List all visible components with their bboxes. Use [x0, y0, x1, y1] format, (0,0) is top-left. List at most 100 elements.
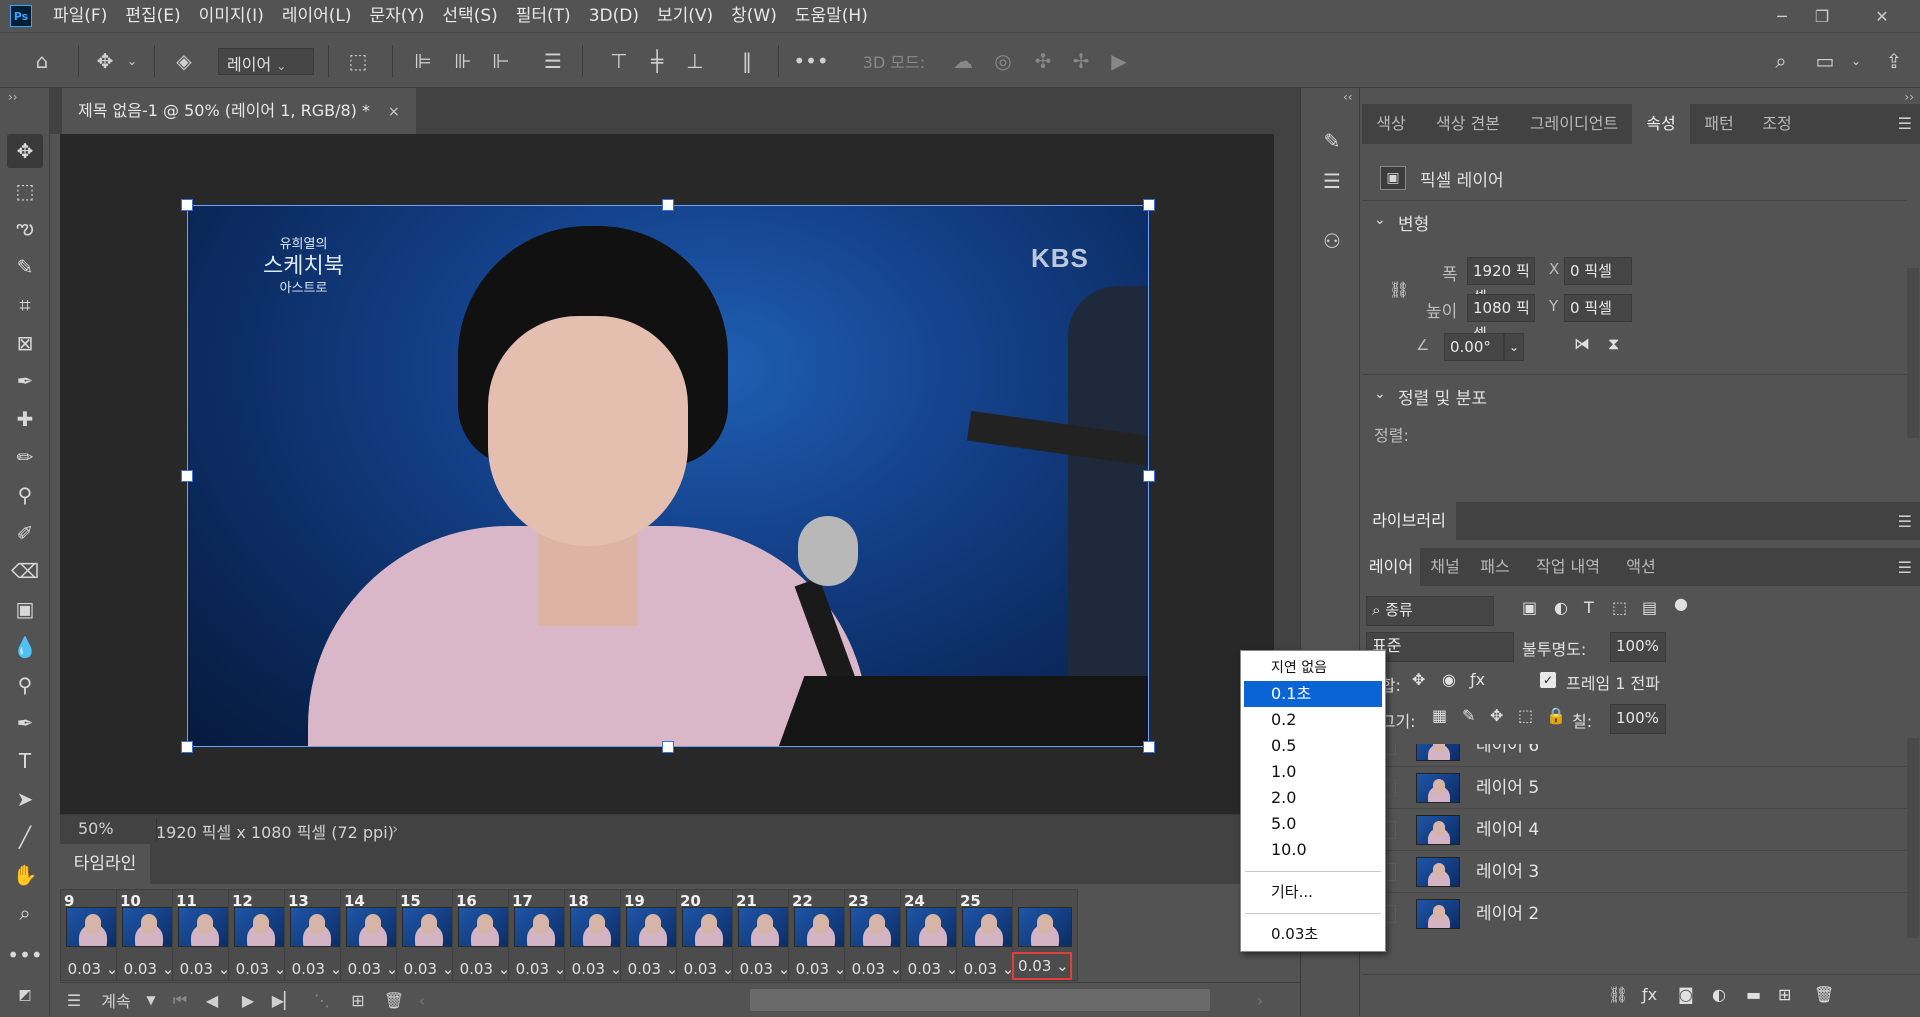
tab-layers[interactable]: 레이어 [1362, 548, 1420, 586]
character-icon[interactable]: ⚇ [1315, 224, 1349, 258]
lock-position-icon[interactable]: ✥ [1490, 706, 1503, 725]
opacity-field[interactable]: 100% [1610, 632, 1666, 662]
document-tab[interactable]: 제목 없음-1 @ 50% (레이어 1, RGB/8) * × [62, 88, 416, 134]
transform-controls-icon[interactable]: ⬚ [340, 33, 376, 89]
unify-position-icon[interactable]: ✥ [1412, 670, 1425, 689]
tab-actions[interactable]: 액션 [1616, 548, 1666, 586]
filter-smart-object-icon[interactable]: ▤ [1642, 598, 1657, 617]
document-info[interactable]: 1920 픽셀 x 1080 픽셀 (72 ppi) [156, 819, 394, 843]
search-icon[interactable]: ⌕ [1766, 33, 1796, 89]
properties-scrollbar[interactable] [1907, 268, 1919, 438]
first-frame-icon[interactable]: ⏮ [168, 983, 192, 1017]
lock-all-icon[interactable]: 🔒 [1546, 706, 1566, 725]
lasso-tool-icon[interactable]: ఌ [7, 212, 43, 246]
next-frame-icon[interactable]: ▶▏ [272, 983, 297, 1017]
menu-select[interactable]: 선택(S) [433, 0, 506, 32]
close-tab-icon[interactable]: × [388, 104, 400, 120]
canvas-area[interactable]: KBS 유희열의 스케치북 아스트로 [60, 134, 1274, 814]
restore-icon[interactable]: ❐ [1802, 0, 1842, 32]
transform-handle-br[interactable] [1143, 741, 1155, 753]
healing-brush-tool-icon[interactable]: ✚ [7, 402, 43, 436]
move-tool-icon[interactable]: ✥ [7, 134, 43, 168]
menu-image[interactable]: 이미지(I) [190, 0, 273, 32]
quick-select-tool-icon[interactable]: ✎ [7, 250, 43, 284]
blur-tool-icon[interactable]: 💧 [7, 630, 43, 664]
dodge-tool-icon[interactable]: ⚲ [7, 668, 43, 702]
delay-option-10.0[interactable]: 10.0 [1241, 837, 1385, 863]
filter-toggle-icon[interactable]: ● [1674, 594, 1688, 613]
filter-shape-icon[interactable]: ⬚ [1612, 598, 1627, 617]
lock-artboard-icon[interactable]: ⬚ [1518, 706, 1533, 725]
distribute-icon[interactable]: ☰ [538, 33, 568, 89]
line-tool-icon[interactable]: ╱ [7, 820, 43, 854]
menu-window[interactable]: 창(W) [722, 0, 786, 32]
unify-visibility-icon[interactable]: ◉ [1442, 670, 1456, 689]
workspace-chevron-icon[interactable]: ⌄ [1848, 33, 1864, 89]
tab-libraries[interactable]: 라이브러리 [1362, 502, 1456, 540]
collapse-icon[interactable]: ›› [8, 90, 18, 104]
layer-row[interactable]: 레이어 2 [1362, 892, 1907, 934]
transform-handle-tr[interactable] [1143, 199, 1155, 211]
menu-help[interactable]: 도움말(H) [786, 0, 877, 32]
tab-timeline[interactable]: 타임라인 [60, 844, 150, 884]
flip-horizontal-icon[interactable]: ⧒ [1574, 334, 1590, 353]
type-tool-icon[interactable]: T [7, 744, 43, 778]
delay-option-none[interactable]: 지연 없음 [1241, 655, 1385, 681]
brush-tool-icon[interactable]: ✏ [7, 440, 43, 474]
home-icon[interactable]: ⌂ [22, 33, 62, 89]
zoom-level[interactable]: 50% [78, 819, 114, 838]
align-top-icon[interactable]: ⊤ [604, 33, 634, 89]
zoom-tool-icon[interactable]: ⌕ [7, 896, 43, 930]
path-select-tool-icon[interactable]: ➤ [7, 782, 43, 816]
align-middle-icon[interactable]: ╪ [642, 33, 672, 89]
new-layer-icon[interactable]: ⊞ [1778, 985, 1791, 1004]
transform-handle-t[interactable] [662, 199, 674, 211]
frame-tool-icon[interactable]: ⊠ [7, 326, 43, 360]
filter-pixel-icon[interactable]: ▣ [1522, 598, 1537, 617]
unify-style-icon[interactable]: ƒx [1470, 670, 1485, 689]
transform-handle-l[interactable] [181, 470, 193, 482]
distribute-vertical-icon[interactable]: ‖ [732, 33, 762, 89]
delay-option-2.0[interactable]: 2.0 [1241, 785, 1385, 811]
hand-tool-icon[interactable]: ✋ [7, 858, 43, 892]
transform-handle-bl[interactable] [181, 741, 193, 753]
transform-handle-r[interactable] [1143, 470, 1155, 482]
previous-frame-icon[interactable]: ◀ [200, 983, 224, 1017]
loop-option-label[interactable]: 계속 [96, 983, 136, 1017]
eraser-tool-icon[interactable]: ⌫ [7, 554, 43, 588]
duplicate-frame-icon[interactable]: ⊞ [346, 983, 370, 1017]
tab-properties[interactable]: 속성 [1632, 104, 1690, 144]
menu-type[interactable]: 문자(Y) [360, 0, 433, 32]
layers-scrollbar[interactable] [1907, 738, 1919, 938]
workspace-icon[interactable]: ▭ [1810, 33, 1840, 89]
more-options-icon[interactable]: ••• [793, 33, 828, 89]
delay-option-0.2[interactable]: 0.2 [1241, 707, 1385, 733]
panel-menu-icon[interactable]: ☰ [1898, 114, 1912, 133]
transform-handle-b[interactable] [662, 741, 674, 753]
tab-color[interactable]: 색상 [1362, 104, 1420, 144]
menu-view[interactable]: 보기(V) [648, 0, 722, 32]
blend-mode-dropdown[interactable]: 표준 [1366, 632, 1514, 662]
align-center-icon[interactable]: ⊪ [448, 33, 478, 89]
auto-select-icon[interactable]: ◈ [166, 33, 202, 89]
adjustment-layer-icon[interactable]: ◐ [1712, 985, 1726, 1004]
scroll-left-icon[interactable]: ‹ [412, 983, 432, 1017]
status-expand-icon[interactable]: › [392, 819, 398, 838]
timeline-scrollbar[interactable] [750, 989, 1210, 1011]
tab-swatches[interactable]: 색상 견본 [1420, 104, 1516, 144]
gradient-tool-icon[interactable]: ▣ [7, 592, 43, 626]
auto-select-target-dropdown[interactable]: 레이어 ⌄ [218, 48, 314, 75]
delete-layer-icon[interactable]: 🗑 [1814, 985, 1834, 1004]
lock-transparent-icon[interactable]: ▦ [1432, 706, 1447, 725]
menu-file[interactable]: 파일(F) [44, 0, 116, 32]
layer-row[interactable]: 레이어 4 [1362, 808, 1907, 850]
flip-vertical-icon[interactable]: ⧗ [1608, 334, 1619, 354]
delay-option-1.0[interactable]: 1.0 [1241, 759, 1385, 785]
history-brush-tool-icon[interactable]: ✐ [7, 516, 43, 550]
x-field[interactable]: 0 픽셀 [1564, 257, 1632, 285]
tab-gradient[interactable]: 그레이디언트 [1516, 104, 1632, 144]
angle-field[interactable]: 0.00° [1444, 333, 1504, 361]
link-icon[interactable]: ⛓ [1389, 280, 1409, 299]
width-field[interactable]: 1920 픽셀 [1467, 257, 1535, 306]
filter-type-icon[interactable]: T [1584, 598, 1594, 617]
